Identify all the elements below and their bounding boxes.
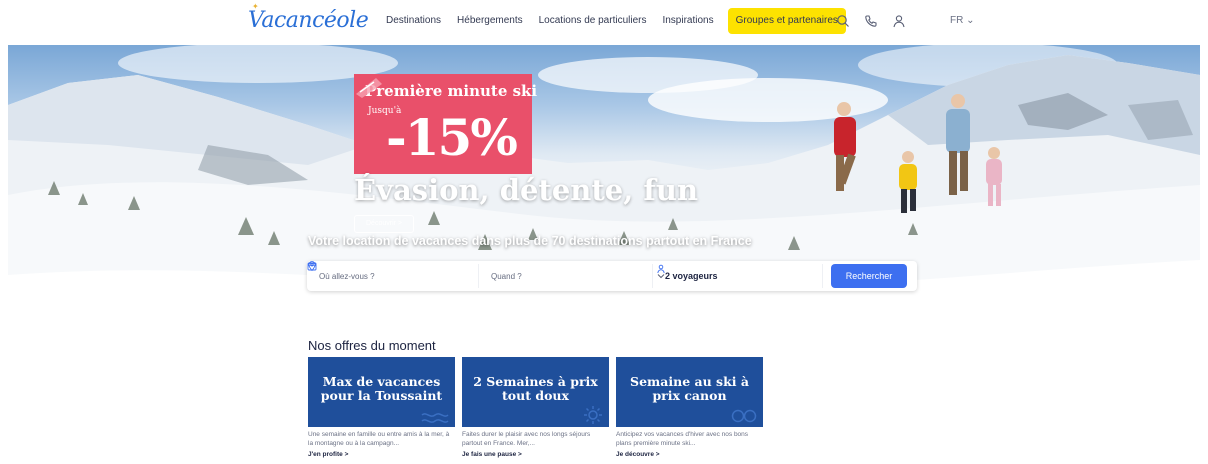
offer-card-title: Semaine au ski à prix canon bbox=[630, 374, 749, 403]
ski-goggles-icon bbox=[731, 409, 757, 423]
language-selector[interactable]: FR ⌄ bbox=[950, 15, 975, 26]
ski-flag-icon bbox=[356, 78, 382, 98]
offer-card-title: Max de vacances pour la Toussaint bbox=[320, 374, 443, 403]
search-bar: Où allez-vous ? Quand ? 2 voyageurs Rech… bbox=[307, 261, 917, 291]
offer-card-banner[interactable]: 2 Semaines à prix tout doux bbox=[462, 357, 609, 427]
hero-title: Évasion, détente, fun bbox=[354, 173, 699, 207]
offer-card-two-weeks[interactable]: 2 Semaines à prix tout doux Faites durer… bbox=[462, 357, 609, 458]
offer-card-banner[interactable]: Semaine au ski à prix canon bbox=[616, 357, 763, 427]
nav-hebergements[interactable]: Hébergements bbox=[449, 8, 531, 34]
hero-subtitle: Votre location de vacances dans plus de … bbox=[308, 234, 752, 248]
search-submit-button[interactable]: Rechercher bbox=[831, 264, 907, 288]
destination-placeholder: Où allez-vous ? bbox=[319, 271, 375, 281]
search-icon[interactable] bbox=[836, 14, 850, 28]
site-header: ✦ Vacancéole Destinations Hébergements L… bbox=[0, 0, 1208, 44]
travelers-select[interactable]: 2 voyageurs bbox=[657, 264, 823, 288]
user-icon[interactable] bbox=[892, 14, 906, 28]
destination-field[interactable]: Où allez-vous ? bbox=[308, 261, 479, 288]
date-field[interactable]: Quand ? bbox=[307, 262, 653, 288]
calendar-icon bbox=[307, 262, 317, 271]
hero-discover-button[interactable]: Découvrir > bbox=[354, 215, 414, 233]
nav-destinations[interactable]: Destinations bbox=[378, 8, 449, 34]
offer-card-link[interactable]: J'en profite > bbox=[308, 451, 455, 458]
date-placeholder: Quand ? bbox=[491, 271, 522, 281]
header-actions bbox=[836, 14, 906, 28]
wave-icon bbox=[421, 413, 449, 423]
offer-card-link[interactable]: Je découvre > bbox=[616, 451, 763, 458]
offers-section-title: Nos offres du moment bbox=[308, 338, 436, 353]
nav-locations-particuliers[interactable]: Locations de particuliers bbox=[531, 8, 655, 34]
offer-card-banner[interactable]: Max de vacances pour la Toussaint bbox=[308, 357, 455, 427]
main-nav: Destinations Hébergements Locations de p… bbox=[378, 8, 846, 34]
nav-inspirations[interactable]: Inspirations bbox=[654, 8, 721, 34]
hero-banner: Première minute ski Jusqu'à -15% Évasion… bbox=[8, 45, 1200, 318]
offer-card-toussaint[interactable]: Max de vacances pour la Toussaint Une se… bbox=[308, 357, 455, 458]
travelers-value: 2 voyageurs bbox=[665, 271, 718, 281]
phone-icon[interactable] bbox=[864, 14, 878, 28]
nav-groupes-partenaires[interactable]: Groupes et partenaires bbox=[727, 8, 846, 34]
offer-card-description: Faites durer le plaisir avec nos longs s… bbox=[462, 431, 591, 447]
offer-card-description: Anticipez vos vacances d'hiver avec nos … bbox=[616, 431, 749, 447]
promo-value: -15% bbox=[386, 108, 518, 167]
offer-card-link[interactable]: Je fais une pause > bbox=[462, 451, 609, 458]
offer-card-title: 2 Semaines à prix tout doux bbox=[473, 374, 598, 403]
chevron-down-icon bbox=[657, 274, 665, 279]
offer-card-description: Une semaine en famille ou entre amis à l… bbox=[308, 431, 450, 447]
promo-title: Première minute ski bbox=[365, 82, 538, 100]
site-logo[interactable]: Vacancéole bbox=[248, 8, 369, 33]
promo-badge[interactable]: Première minute ski Jusqu'à -15% bbox=[354, 74, 537, 174]
sun-icon bbox=[584, 406, 602, 424]
offer-card-ski-week[interactable]: Semaine au ski à prix canon Anticipez vo… bbox=[616, 357, 763, 458]
